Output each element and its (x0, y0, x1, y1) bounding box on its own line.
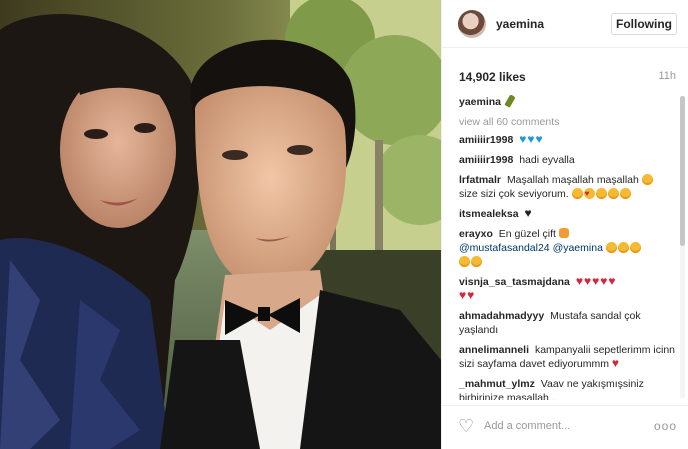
caption: yaemina (459, 95, 677, 109)
list-item: visnja_sa_tasmajdana ♥♥♥♥♥ ♥♥ (459, 275, 677, 303)
header-username[interactable]: yaemina (496, 17, 544, 31)
smile-emoji-icon (459, 256, 470, 267)
heart-icon: ♥ (583, 274, 592, 288)
comment-text-cont: size sizi çok seviyorum. (459, 188, 569, 200)
post-time[interactable]: 11h (658, 70, 676, 82)
smile-emoji-icon (595, 188, 607, 199)
heart-icon: ♥ (575, 274, 583, 288)
comment-text: En güzel çift (498, 228, 556, 240)
heart-icon: ♥ (467, 288, 475, 302)
instagram-post-modal: yaemina Following 14,902 likes 11h yaemi… (0, 0, 688, 449)
post-footer: ♡ Add a comment... ooo (442, 405, 688, 449)
likes-count[interactable]: 14,902 likes (459, 70, 526, 84)
comments-list[interactable]: yaemina view all 60 comments amiiiir1998… (459, 95, 677, 400)
post-photo-illustration (0, 0, 441, 449)
add-comment-input[interactable]: Add a comment... (484, 420, 570, 432)
comment-username[interactable]: amiiiir1998 (459, 134, 513, 146)
avatar[interactable] (458, 10, 486, 38)
mention-link[interactable]: @mustafasandal24 (459, 242, 550, 254)
comments-scrollbar[interactable] (680, 96, 685, 398)
post-side-panel: yaemina Following 14,902 likes 11h yaemi… (441, 0, 688, 449)
scrollbar-thumb[interactable] (680, 96, 685, 246)
black-heart-icon: ♥ (524, 206, 532, 220)
following-button[interactable]: Following (611, 13, 677, 35)
comment-username[interactable]: itsmealeksa (459, 208, 519, 220)
caption-username[interactable]: yaemina (459, 96, 501, 108)
post-header: yaemina Following (442, 0, 688, 48)
comment-username[interactable]: _mahmut_ylmz (459, 378, 535, 390)
list-item: itsmealeksa ♥ (459, 207, 677, 221)
comment-username[interactable]: erayxo (459, 228, 493, 240)
smile-emoji-icon (641, 174, 653, 185)
heart-icon: ♥ (592, 274, 600, 288)
list-item: lrfatmalr Maşallah maşallah maşallah siz… (459, 173, 677, 201)
smile-emoji-icon (619, 188, 631, 199)
more-options-icon[interactable]: ooo (654, 419, 677, 433)
comment-username[interactable]: annelimanneli (459, 344, 529, 356)
champagne-emoji-icon (504, 95, 516, 108)
view-all-comments-link[interactable]: view all 60 comments (459, 115, 677, 129)
mention-link[interactable]: @yaemina (553, 242, 603, 254)
smile-emoji-icon (617, 242, 629, 253)
list-item: annelimanneli kampanyalii sepetlerimm ic… (459, 343, 677, 371)
blue-heart-icon: ♥ (519, 132, 527, 146)
list-item: amiiiir1998 ♥♥♥ (459, 133, 677, 147)
heart-eyes-emoji-icon (583, 187, 595, 201)
post-photo[interactable] (0, 0, 441, 449)
heart-icon: ♥ (600, 274, 608, 288)
smile-emoji-icon (471, 256, 482, 267)
comment-username[interactable]: amiiiir1998 (459, 154, 513, 166)
list-item: amiiiir1998 hadi eyvalla (459, 153, 677, 167)
heart-outline-icon[interactable]: ♡ (458, 417, 474, 435)
heart-icon: ♥ (459, 288, 467, 302)
comment-username[interactable]: visnja_sa_tasmajdana (459, 276, 570, 288)
couple-emoji-icon (558, 228, 569, 238)
smile-emoji-icon (607, 188, 619, 199)
heart-icon: ♥ (608, 274, 616, 288)
smile-emoji-icon (571, 188, 583, 199)
comment-text: hadi eyvalla (519, 154, 575, 166)
blue-heart-icon: ♥ (527, 132, 535, 146)
comment-username[interactable]: lrfatmalr (459, 174, 501, 186)
smile-emoji-icon (629, 242, 641, 253)
blue-heart-icon: ♥ (535, 132, 543, 146)
comment-text: Maşallah maşallah maşallah (506, 174, 639, 186)
comment-username[interactable]: ahmadahmadyyy (459, 310, 544, 322)
list-item: erayxo En güzel çift @mustafasandal24 @y… (459, 227, 677, 269)
list-item: _mahmut_ylmz Vaav ne yakışmışsiniz birbi… (459, 377, 677, 400)
list-item: ahmadahmadyyy Mustafa sandal çok yaşland… (459, 309, 677, 337)
heart-icon: ♥ (611, 356, 620, 370)
smile-emoji-icon (605, 242, 617, 253)
